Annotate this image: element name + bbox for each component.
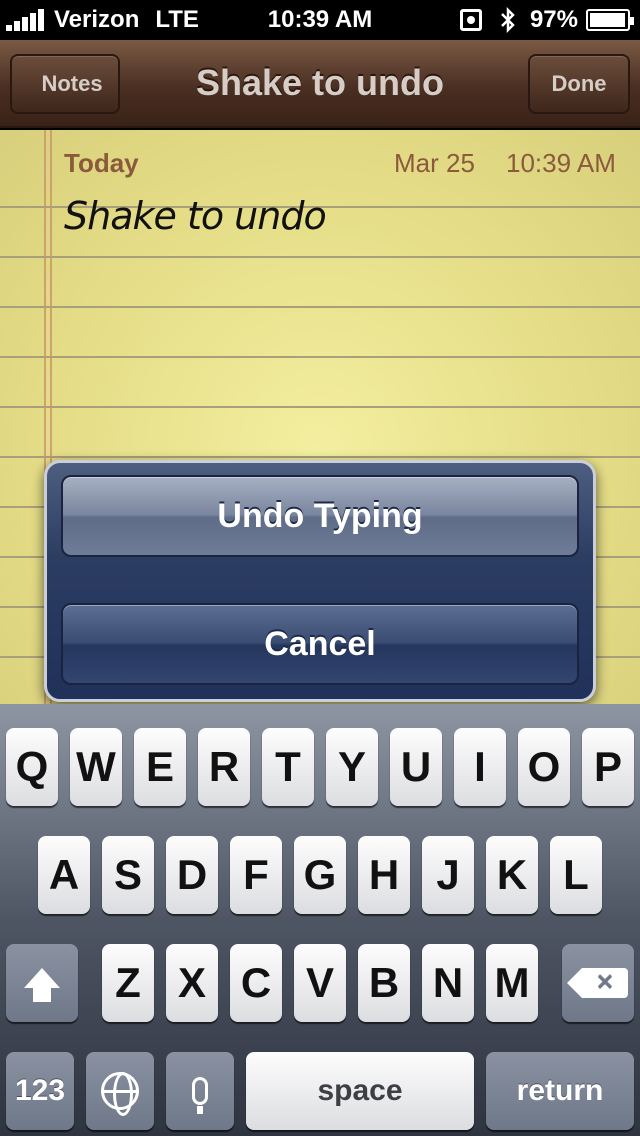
globe-icon	[101, 1072, 139, 1116]
microphone-icon	[192, 1077, 208, 1114]
key-p[interactable]: P	[582, 728, 634, 806]
bluetooth-icon	[501, 7, 515, 33]
orientation-lock-icon	[459, 9, 482, 31]
key-x[interactable]: X	[166, 944, 218, 1022]
delete-key[interactable]: ✕	[562, 944, 634, 1022]
key-g[interactable]: G	[294, 836, 346, 914]
key-k[interactable]: K	[486, 836, 538, 914]
numbers-key[interactable]: 123	[6, 1052, 74, 1130]
key-h[interactable]: H	[358, 836, 410, 914]
key-l[interactable]: L	[550, 836, 602, 914]
note-day-label: Today	[64, 148, 139, 178]
shift-arrow-icon	[24, 968, 60, 1002]
note-time: 10:39 AM	[506, 148, 616, 178]
key-a[interactable]: A	[38, 836, 90, 914]
key-e[interactable]: E	[134, 728, 186, 806]
key-n[interactable]: N	[422, 944, 474, 1022]
key-m[interactable]: M	[486, 944, 538, 1022]
notes-back-button[interactable]: Notes	[10, 54, 120, 114]
space-key[interactable]: space	[246, 1052, 474, 1130]
done-button[interactable]: Done	[528, 54, 630, 114]
page-title: Shake to undo	[195, 62, 444, 103]
key-i[interactable]: I	[454, 728, 506, 806]
key-w[interactable]: W	[70, 728, 122, 806]
key-u[interactable]: U	[390, 728, 442, 806]
shift-key[interactable]	[6, 944, 78, 1022]
battery-percentage: 97%	[529, 6, 578, 33]
keyboard: Q W E R T Y U I O P A S D F G H J K L Z …	[0, 704, 640, 1136]
key-q[interactable]: Q	[6, 728, 58, 806]
status-bar: Verizon LTE 10:39 AM 97%	[0, 0, 640, 40]
key-o[interactable]: O	[518, 728, 570, 806]
undo-action-sheet: Undo Typing Cancel	[44, 460, 596, 702]
key-d[interactable]: D	[166, 836, 218, 914]
key-v[interactable]: V	[294, 944, 346, 1022]
dictation-key[interactable]	[166, 1052, 234, 1130]
battery-icon	[586, 9, 634, 31]
key-f[interactable]: F	[230, 836, 282, 914]
undo-typing-button[interactable]: Undo Typing	[61, 475, 579, 557]
key-b[interactable]: B	[358, 944, 410, 1022]
key-y[interactable]: Y	[326, 728, 378, 806]
key-j[interactable]: J	[422, 836, 474, 914]
note-body-text[interactable]: Shake to undo	[64, 194, 327, 238]
backspace-icon: ✕	[567, 968, 628, 998]
key-s[interactable]: S	[102, 836, 154, 914]
key-t[interactable]: T	[262, 728, 314, 806]
globe-key[interactable]	[86, 1052, 154, 1130]
status-right: 97%	[459, 6, 634, 34]
cancel-button[interactable]: Cancel	[61, 603, 579, 685]
key-z[interactable]: Z	[102, 944, 154, 1022]
navigation-bar: Notes Shake to undo Done	[0, 40, 640, 128]
return-key[interactable]: return	[486, 1052, 634, 1130]
key-c[interactable]: C	[230, 944, 282, 1022]
note-date: Mar 25	[394, 148, 475, 178]
key-r[interactable]: R	[198, 728, 250, 806]
